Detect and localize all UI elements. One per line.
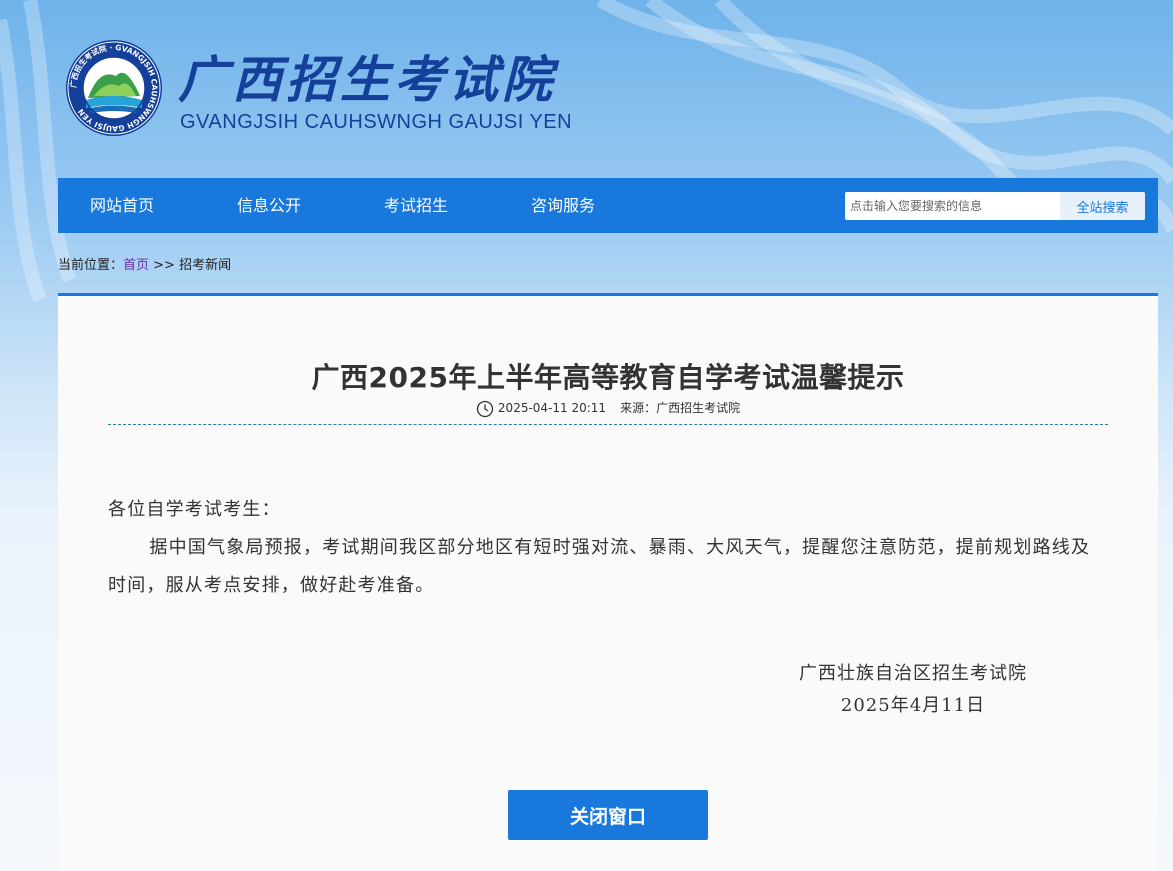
- article-greeting: 各位自学考试考生：: [108, 499, 281, 520]
- site-subtitle: GVANGJSIH CAUHSWNGH GAUJSI YEN: [180, 111, 573, 133]
- close-window-button[interactable]: 关闭窗口: [508, 790, 708, 840]
- nav-item-info-disclosure[interactable]: 信息公开: [237, 178, 301, 233]
- signature-date: 2025年4月11日: [840, 695, 986, 716]
- search-input[interactable]: [845, 192, 1060, 220]
- article-signature: 广西壮族自治区招生考试院 2025年4月11日: [788, 658, 1038, 722]
- nav-item-home[interactable]: 网站首页: [90, 178, 154, 233]
- site-title: 广西招生考试院: [178, 50, 556, 109]
- signature-org: 广西壮族自治区招生考试院: [799, 663, 1027, 684]
- article-title: 广西2025年上半年高等教育自学考试温馨提示: [311, 361, 905, 394]
- breadcrumb: 当前位置：首页 >> 招考新闻: [58, 254, 231, 273]
- institute-logo[interactable]: 广西招生考试院 · GVANGJSIH CAUHSWNGH GAUJSI YEN: [64, 38, 164, 138]
- clock-icon: [476, 400, 494, 417]
- main-nav: 网站首页 信息公开 考试招生 咨询服务 全站搜索: [58, 178, 1158, 233]
- breadcrumb-prefix: 当前位置：: [58, 258, 124, 273]
- article-body: 各位自学考试考生： 据中国气象局预报，考试期间我区部分地区有短时强对流、暴雨、大…: [108, 491, 1108, 605]
- nav-item-consulting[interactable]: 咨询服务: [531, 178, 595, 233]
- article-source: 来源：广西招生考试院: [620, 401, 741, 415]
- breadcrumb-home-link[interactable]: 首页: [123, 258, 149, 273]
- title-divider: [108, 424, 1108, 425]
- article-paragraph: 据中国气象局预报，考试期间我区部分地区有短时强对流、暴雨、大风天气，提醒您注意防…: [108, 537, 1091, 596]
- breadcrumb-current: 招考新闻: [179, 258, 232, 273]
- site-search-button[interactable]: 全站搜索: [1060, 192, 1145, 220]
- article-date: 2025-04-11 20:11: [497, 401, 607, 415]
- nav-item-exam-admission[interactable]: 考试招生: [384, 178, 448, 233]
- breadcrumb-separator: >>: [149, 258, 180, 273]
- article-meta: 2025-04-11 20:11 来源：广西招生考试院: [58, 399, 1158, 418]
- search-box: 全站搜索: [845, 192, 1145, 220]
- article-panel: 广西2025年上半年高等教育自学考试温馨提示 2025-04-11 20:11 来…: [58, 293, 1158, 871]
- site-header: 广西招生考试院 · GVANGJSIH CAUHSWNGH GAUJSI YEN…: [58, 30, 758, 150]
